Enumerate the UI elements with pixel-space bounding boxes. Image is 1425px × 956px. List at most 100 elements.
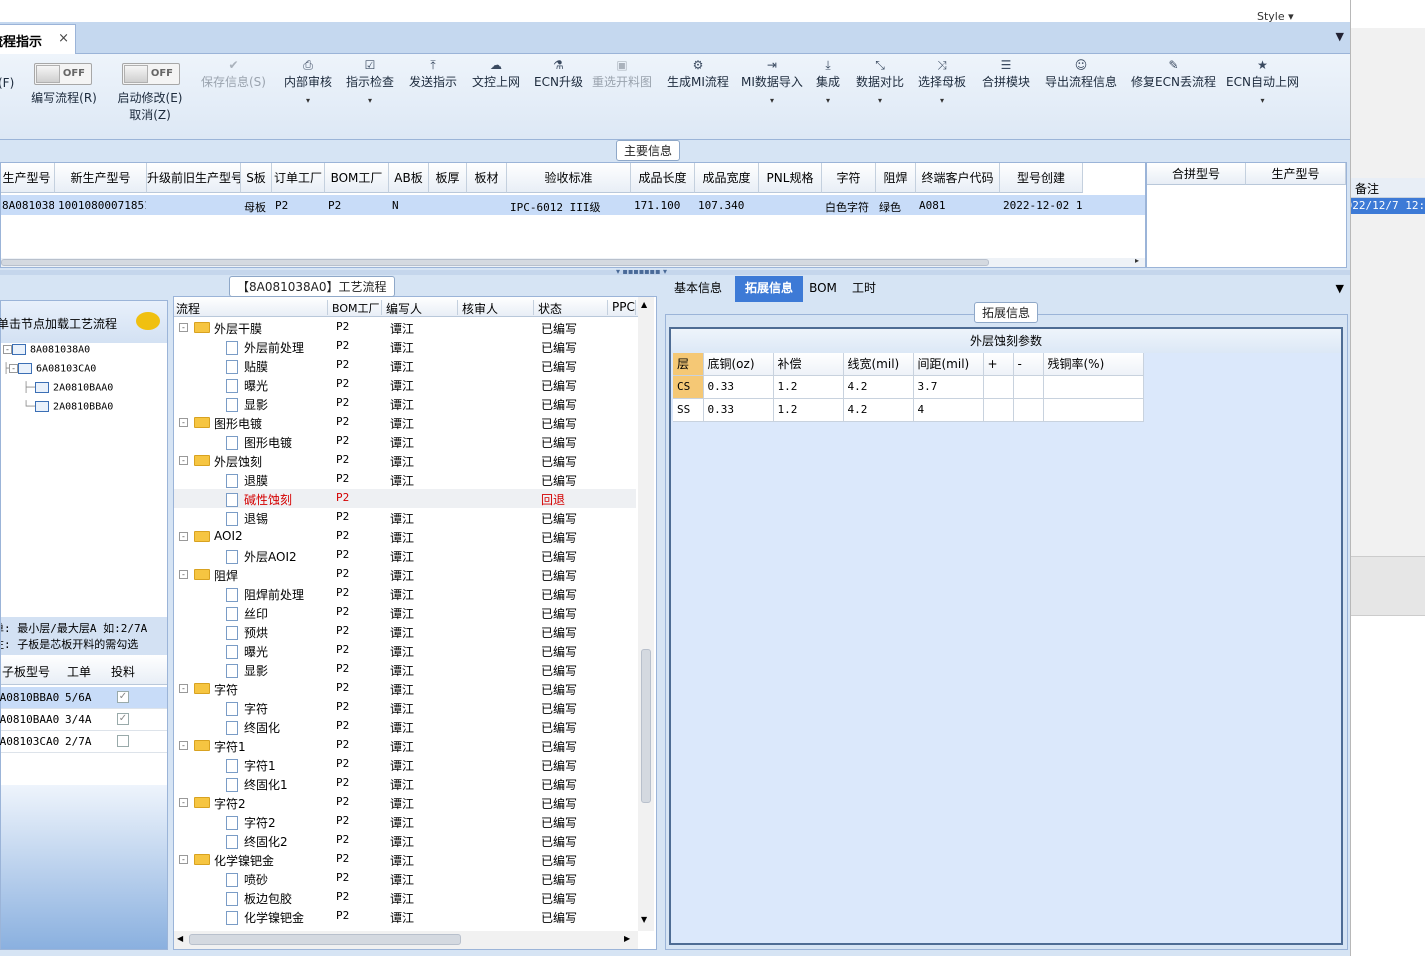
flow-row[interactable]: - 字符 P2 谭江 已编写 [174, 679, 636, 698]
checkbox-button[interactable]: ☑ 指示检查 ▾ [346, 57, 394, 105]
horizontal-splitter[interactable]: ▾ ▪▪▪▪▪▪▪ ▾ [0, 267, 1350, 276]
param-cell[interactable] [1013, 398, 1044, 422]
star-button[interactable]: ★ ECN自动上网 ▾ [1226, 57, 1299, 105]
col-header[interactable]: 新生产型号 [55, 163, 147, 193]
col-header[interactable]: 状态 [538, 300, 608, 315]
collapse-icon[interactable]: - [179, 741, 188, 750]
list-button[interactable]: ☰ 合拼模块 [982, 57, 1030, 90]
flow-grid[interactable]: 流程 BOM工厂 编写人 核审人 状态 PPC - 外层干膜 P2 谭江 已编写 外层前处理 P2 谭江… [173, 296, 657, 950]
flow-row[interactable]: 字符2 P2 谭江 已编写 [174, 812, 636, 831]
collapse-icon[interactable]: - [179, 323, 188, 332]
flow-row[interactable]: - 阻焊 P2 谭江 已编写 [174, 565, 636, 584]
col-remark[interactable]: 备注 [1355, 180, 1379, 197]
col-header[interactable]: 阻焊 [876, 163, 916, 193]
flow-row[interactable]: - AOI2 P2 谭江 已编写 [174, 527, 636, 546]
feed-checkbox[interactable]: ✓ [117, 713, 129, 725]
dropdown-arrow-icon[interactable]: ▾ [816, 96, 840, 105]
param-cell[interactable]: 4 [913, 398, 984, 422]
flow-row[interactable]: 曝光 P2 谭江 已编写 [174, 375, 636, 394]
flow-row[interactable]: 退膜 P2 谭江 已编写 [174, 470, 636, 489]
col-prod-model[interactable]: 生产型号 [1246, 163, 1346, 185]
col-header[interactable]: 终端客户代码 [916, 163, 1000, 193]
col-header[interactable]: AB板 [389, 163, 429, 193]
flow-row[interactable]: 字符1 P2 谭江 已编写 [174, 755, 636, 774]
tree-node[interactable]: ├ -6A08103CA0 [3, 363, 96, 375]
etch-param-table[interactable]: 层底铜(oz) 补偿 线宽(mil) 间距(mil) + - 残铜率(%) CS 0.33 1.… [673, 353, 1144, 422]
col-header[interactable]: S板 [241, 163, 272, 193]
tab-list-chevron-icon[interactable]: ▼ [1336, 30, 1344, 43]
flow-row[interactable]: 喷砂 P2 谭江 已编写 [174, 869, 636, 888]
enable-edit-toggle[interactable]: OFF [122, 63, 180, 85]
save-button[interactable]: ✔ 保存信息(S) [201, 57, 266, 90]
col-header[interactable]: 流程 [176, 300, 328, 315]
col-header[interactable]: 板厚 [429, 163, 467, 193]
vertical-splitter[interactable] [657, 276, 663, 950]
import-button[interactable]: ⇥ MI数据导入 ▾ [741, 57, 803, 105]
flow-row[interactable]: 图形电镀 P2 谭江 已编写 [174, 432, 636, 451]
close-icon[interactable]: × [58, 31, 69, 46]
cloud-upload-button[interactable]: ☁ 文控上网 [472, 57, 520, 90]
wrench-button[interactable]: ✎ 修复ECN丢流程 [1131, 57, 1216, 90]
partial-button[interactable]: (F) [0, 76, 14, 90]
detail-tab[interactable]: 工时 [847, 276, 881, 302]
param-col-header[interactable]: 底铜(oz) [703, 353, 774, 376]
flow-row[interactable]: 终固化 P2 谭江 已编写 [174, 717, 636, 736]
param-row[interactable]: CS 0.33 1.2 4.2 3.7 [673, 375, 1144, 399]
param-col-header[interactable]: + [983, 353, 1014, 376]
param-cell[interactable] [1043, 398, 1144, 422]
feed-checkbox[interactable] [117, 735, 129, 747]
dropdown-arrow-icon[interactable]: ▾ [741, 96, 803, 105]
flow-row[interactable]: 字符 P2 谭江 已编写 [174, 698, 636, 717]
dropdown-arrow-icon[interactable]: ▾ [284, 96, 332, 105]
horizontal-scrollbar[interactable]: ◀ ▶ [174, 931, 638, 949]
flow-row[interactable]: - 化学镍钯金 P2 谭江 已编写 [174, 850, 636, 869]
flask-button[interactable]: ⚗ ECN升级 [534, 57, 583, 90]
flow-row[interactable]: 预烘 P2 谭江 已编写 [174, 622, 636, 641]
dropdown-arrow-icon[interactable]: ▾ [856, 96, 904, 105]
param-col-header[interactable]: 补偿 [773, 353, 844, 376]
param-cell[interactable]: 3.7 [913, 375, 984, 399]
col-header[interactable]: PPC [612, 300, 636, 315]
collapse-icon[interactable]: - [179, 418, 188, 427]
param-col-header[interactable]: 线宽(mil) [843, 353, 914, 376]
col-header[interactable]: 升级前旧生产型号 [147, 163, 241, 193]
col-merge-model[interactable]: 合拼型号 [1147, 163, 1246, 185]
merge-grid[interactable]: 合拼型号 生产型号 [1146, 162, 1347, 268]
col-header[interactable]: 验收标准 [507, 163, 631, 193]
flow-row[interactable]: 贴膜 P2 谭江 已编写 [174, 356, 636, 375]
flow-row[interactable]: 化学镍钯金 P2 谭江 已编写 [174, 907, 636, 926]
collapse-icon[interactable]: - [179, 798, 188, 807]
param-col-header[interactable]: 残铜率(%) [1043, 353, 1144, 376]
collapse-icon[interactable]: - [179, 570, 188, 579]
col-header[interactable]: 成品长度 [631, 163, 695, 193]
compress-button[interactable]: ⤡ 数据对比 ▾ [856, 57, 904, 105]
detail-tab[interactable]: 拓展信息 [735, 276, 803, 302]
col-sub-model[interactable]: 子板型号 [0, 663, 55, 680]
table-row[interactable]: 2A0810BAA0 3/4A ✓ [0, 709, 167, 731]
col-header[interactable]: PNL规格 [759, 163, 822, 193]
flow-row[interactable]: 外层AOI2 P2 谭江 已编写 [174, 546, 636, 565]
col-header[interactable]: BOM工厂 [325, 163, 389, 193]
tree-node[interactable]: ├─ 2A0810BAA0 [23, 382, 113, 394]
collapse-icon[interactable]: - [179, 684, 188, 693]
dropdown-arrow-icon[interactable]: ▾ [918, 96, 966, 105]
param-row[interactable]: SS 0.33 1.2 4.2 4 [673, 398, 1144, 422]
col-order[interactable]: 工单 [57, 663, 101, 680]
param-col-header[interactable]: 层 [673, 353, 704, 376]
param-col-header[interactable]: 间距(mil) [913, 353, 984, 376]
vertical-scrollbar[interactable]: ▲ ▼ [638, 297, 654, 931]
param-cell[interactable]: 4.2 [843, 398, 914, 422]
param-cell[interactable]: 4.2 [843, 375, 914, 399]
flow-row[interactable]: 板边包胶 P2 谭江 已编写 [174, 888, 636, 907]
table-row[interactable]: 8A081038A0 10010800071851 母板 P2 P2 N IPC-6012 … [1, 195, 1145, 215]
upload-button[interactable]: ⤒ 发送指示 [409, 57, 457, 90]
detail-tab[interactable]: BOM [807, 276, 839, 302]
col-header[interactable]: 字符 [822, 163, 876, 193]
flow-row[interactable]: 显影 P2 谭江 已编写 [174, 660, 636, 679]
gears-button[interactable]: ⚙ 生成MI流程 [667, 57, 729, 90]
feed-checkbox[interactable]: ✓ [117, 691, 129, 703]
flow-row[interactable]: 退锡 P2 谭江 已编写 [174, 508, 636, 527]
flow-row[interactable]: - 外层蚀刻 P2 谭江 已编写 [174, 451, 636, 470]
param-cell[interactable] [1043, 375, 1144, 399]
col-header[interactable]: 板材 [467, 163, 507, 193]
